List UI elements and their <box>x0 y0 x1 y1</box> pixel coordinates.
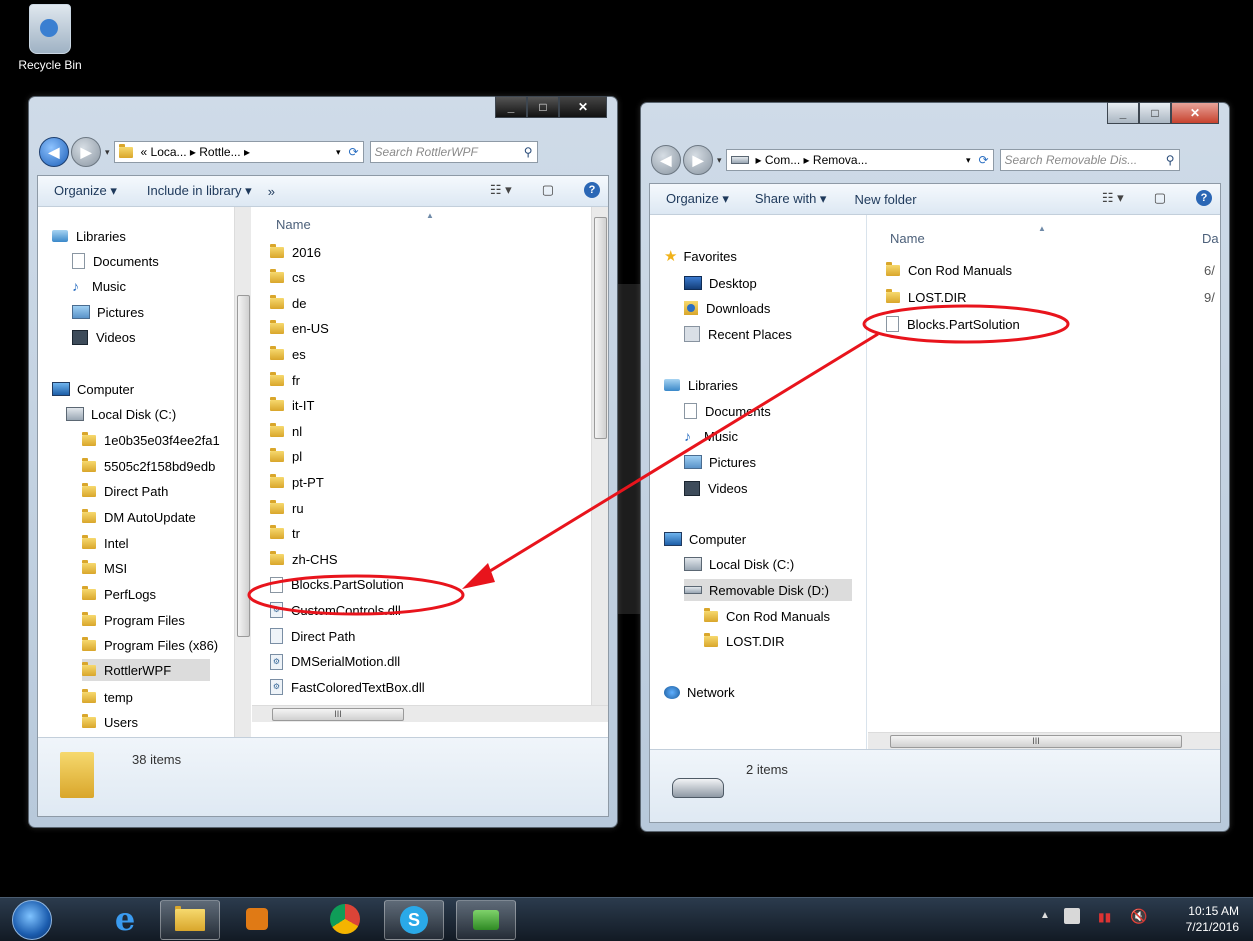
volume-muted-icon[interactable]: 🔇 <box>1130 908 1147 925</box>
drag-arrow <box>471 332 879 584</box>
skype-taskbar-icon[interactable]: S <box>384 900 444 940</box>
network-status-icon[interactable]: ▮▮ <box>1098 910 1116 924</box>
action-center-icon[interactable] <box>1064 908 1080 924</box>
start-button[interactable] <box>12 900 52 940</box>
annotation-overlay <box>247 304 1070 616</box>
highlight-ellipse-target <box>247 574 465 616</box>
drag-arrow-head <box>462 563 495 589</box>
app-taskbar-icon[interactable] <box>456 900 516 940</box>
show-hidden-icons-icon[interactable]: ▲ <box>1040 910 1050 921</box>
clock-date: 7/21/2016 <box>1185 920 1239 934</box>
media-player-taskbar-icon[interactable] <box>228 900 286 938</box>
internet-explorer-taskbar-icon[interactable]: e <box>96 900 154 938</box>
clock[interactable]: 10:15 AM 7/21/2016 <box>1186 903 1239 935</box>
chrome-taskbar-icon[interactable] <box>316 900 374 938</box>
highlight-ellipse-source <box>862 304 1070 344</box>
taskbar: e S ▲ ▮▮ 🔇 10:15 AM 7/21/2016 <box>0 897 1253 941</box>
windows-explorer-taskbar-icon[interactable] <box>160 900 220 940</box>
clock-time: 10:15 AM <box>1188 904 1239 918</box>
